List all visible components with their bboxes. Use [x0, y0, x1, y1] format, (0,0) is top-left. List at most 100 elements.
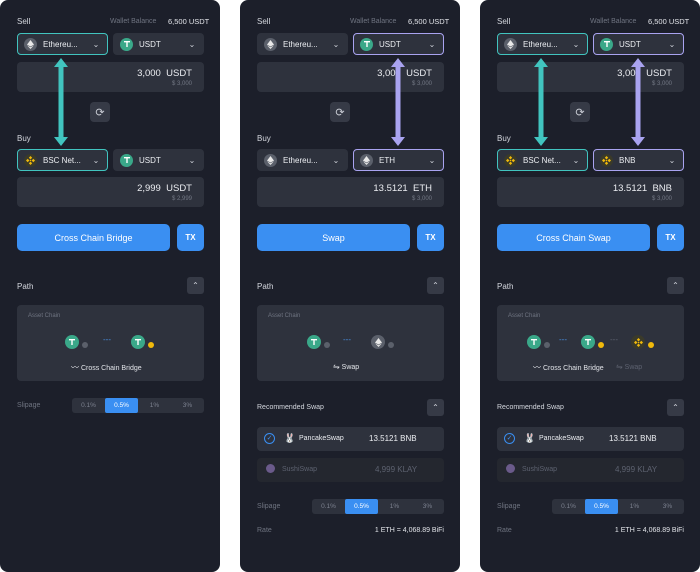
teal-double-arrow: [534, 58, 548, 146]
chevron-down-icon: ⌄: [668, 39, 676, 49]
sell-usd-value: $ 3,000: [651, 81, 672, 87]
buy-token-select[interactable]: USDT ⌄: [113, 149, 204, 171]
collapse-path-button[interactable]: ⌃: [187, 277, 204, 294]
cross-chain-bridge-button[interactable]: Cross Chain Bridge: [17, 224, 170, 251]
sell-amount-field[interactable]: 3,000 USDT $ 3,000: [497, 62, 684, 92]
dex-name: PancakeSwap: [299, 435, 344, 442]
recommended-row[interactable]: SushiSwap 4,999 KLAY: [257, 458, 444, 482]
sell-token-label: USDT: [619, 39, 641, 49]
collapse-path-button[interactable]: ⌃: [667, 277, 684, 294]
slippage-option[interactable]: 3%: [411, 499, 444, 514]
collapse-recommended-button[interactable]: ⌃: [427, 399, 444, 416]
slippage-option-selected[interactable]: 0.5%: [345, 499, 378, 514]
sell-amount-field[interactable]: 3,000 USDT $ 3,000: [257, 62, 444, 92]
sell-amount-field[interactable]: 3,000 USDT $ 3,000: [17, 62, 204, 92]
buy-token-label: BNB: [619, 155, 636, 165]
sell-chain-select[interactable]: Ethereu... ⌄: [497, 33, 588, 55]
wallet-balance-value: 6,500 USDT: [648, 17, 690, 26]
collapse-path-button[interactable]: ⌃: [427, 277, 444, 294]
bnb-icon: [600, 153, 613, 167]
buy-chain-select[interactable]: BSC Net... ⌄: [17, 149, 108, 171]
dex-output: 4,999 KLAY: [375, 465, 418, 474]
slippage-option[interactable]: 0.1%: [312, 499, 345, 514]
slippage-option[interactable]: 3%: [171, 398, 204, 413]
ethereum-icon: [371, 335, 385, 349]
swap-direction-button[interactable]: ⟳: [330, 102, 350, 122]
tx-button[interactable]: TX: [417, 224, 444, 251]
slippage-option[interactable]: 1%: [378, 499, 411, 514]
slippage-option[interactable]: 0.1%: [552, 499, 585, 514]
path-caption-secondary: ⇋ Swap: [616, 362, 643, 371]
wallet-balance-value: 6,500 USDT: [408, 17, 450, 26]
rate-label: Rate: [497, 527, 512, 534]
chevron-up-icon: ⌃: [672, 403, 679, 412]
bridge-icon: 〰: [71, 363, 79, 372]
sell-token-select[interactable]: USDT ⌄: [353, 33, 444, 55]
chevron-up-icon: ⌃: [672, 281, 679, 290]
dex-output: 13.5121 BNB: [369, 434, 417, 443]
slippage-option-selected[interactable]: 0.5%: [105, 398, 138, 413]
path-connector: ---: [559, 335, 567, 344]
swap-direction-button[interactable]: ⟳: [570, 102, 590, 122]
refresh-icon: ⟳: [575, 106, 585, 119]
slippage-option[interactable]: 1%: [138, 398, 171, 413]
slippage-label: Slipage: [17, 402, 41, 409]
buy-usd-value: $ 2,999: [171, 196, 192, 202]
ethereum-icon: [504, 37, 517, 51]
path-label: Path: [497, 282, 514, 291]
wallet-balance-label: Wallet Balance: [110, 18, 157, 25]
bsc-icon: [504, 153, 517, 167]
recommended-row[interactable]: SushiSwap 4,999 KLAY: [497, 458, 684, 482]
sell-amount-value: 3,000 USDT: [137, 68, 192, 79]
ethereum-icon: [264, 37, 277, 51]
buy-chain-select[interactable]: Ethereu... ⌄: [257, 149, 348, 171]
tx-button[interactable]: TX: [657, 224, 684, 251]
buy-chain-select[interactable]: BSC Net... ⌄: [497, 149, 588, 171]
usdt-icon: [581, 335, 595, 349]
swap-button[interactable]: Swap: [257, 224, 410, 251]
collapse-recommended-button[interactable]: ⌃: [667, 399, 684, 416]
usdt-icon: [527, 335, 541, 349]
chevron-down-icon: ⌄: [92, 39, 100, 49]
swap-direction-button[interactable]: ⟳: [90, 102, 110, 122]
cross-chain-swap-button[interactable]: Cross Chain Swap: [497, 224, 650, 251]
slippage-option[interactable]: 0.1%: [72, 398, 105, 413]
chevron-down-icon: ⌄: [572, 155, 580, 165]
chevron-down-icon: ⌄: [572, 39, 580, 49]
buy-token-select[interactable]: ETH ⌄: [353, 149, 444, 171]
usdt-icon: [65, 335, 79, 349]
sushiswap-icon: [266, 464, 275, 473]
path-connector: ---: [610, 335, 618, 344]
usdt-icon: [131, 335, 145, 349]
swap-icon: ⇋: [616, 362, 623, 371]
slippage-option[interactable]: 1%: [618, 499, 651, 514]
sell-chain-label: Ethereu...: [43, 39, 78, 49]
buy-amount-value: 13.5121 ETH: [373, 183, 432, 194]
recommended-row-selected[interactable]: ✓ 🐰 PancakeSwap 13.5121 BNB: [257, 427, 444, 451]
sell-token-select[interactable]: USDT ⌄: [593, 33, 684, 55]
sell-token-select[interactable]: USDT ⌄: [113, 33, 204, 55]
sell-label: Sell: [497, 17, 511, 26]
path-caption: 〰 Cross Chain Bridge: [533, 363, 604, 372]
slippage-label: Slipage: [497, 503, 521, 510]
chevron-up-icon: ⌃: [192, 281, 199, 290]
path-caption: ⇋ Swap: [333, 362, 360, 371]
sell-token-label: USDT: [379, 39, 401, 49]
sell-chain-select[interactable]: Ethereu... ⌄: [257, 33, 348, 55]
chevron-down-icon: ⌄: [188, 155, 196, 165]
slippage-option-selected[interactable]: 0.5%: [585, 499, 618, 514]
sell-chain-select[interactable]: Ethereu... ⌄: [17, 33, 108, 55]
recommended-swap-label: Recommended Swap: [257, 404, 324, 411]
recommended-row-selected[interactable]: ✓ 🐰 PancakeSwap 13.5121 BNB: [497, 427, 684, 451]
path-label: Path: [17, 282, 34, 291]
usdt-icon: [307, 335, 321, 349]
tx-button[interactable]: TX: [177, 224, 204, 251]
slippage-option[interactable]: 3%: [651, 499, 684, 514]
buy-usd-value: $ 3,000: [651, 196, 672, 202]
panel-swap: Sell Wallet Balance 6,500 USDT Ethereu..…: [240, 0, 460, 572]
asset-chain-label: Asset Chain: [268, 313, 301, 319]
ethereum-icon: [264, 153, 277, 167]
buy-token-select[interactable]: BNB ⌄: [593, 149, 684, 171]
usdt-icon: [120, 153, 133, 167]
bsc-icon: [24, 153, 37, 167]
